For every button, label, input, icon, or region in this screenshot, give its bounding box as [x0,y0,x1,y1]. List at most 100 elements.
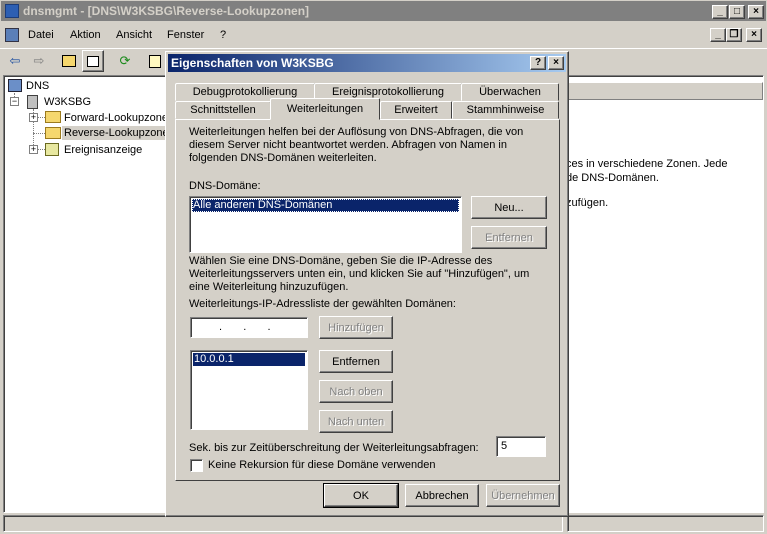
dialog-title: Eigenschaften von W3KSBG [171,56,334,70]
move-up-button-label: Nach oben [329,385,383,398]
timeout-value: 5 [501,440,508,452]
description-line: ces in verschiedene Zonen. Jede [566,158,728,170]
maximize-button[interactable]: □ [729,5,745,19]
up-folder-icon[interactable] [58,50,80,72]
tree-event-viewer[interactable]: Ereignisanzeige [64,144,142,156]
child-close-button[interactable]: × [746,28,762,42]
child-minimize-button[interactable]: _ [710,28,726,42]
move-down-button[interactable]: Nach unten [319,410,393,433]
move-up-button[interactable]: Nach oben [319,380,393,403]
tab-label: Erweitert [394,104,438,116]
remove-domain-button-label: Entfernen [485,231,533,244]
intro-text-line: folgenden DNS-Domänen weiterleiten. [189,152,377,164]
remove-domain-button[interactable]: Entfernen [471,226,547,249]
tree-server-w3ksbg[interactable]: W3KSBG [44,96,91,108]
show-tree-icon[interactable] [82,50,104,72]
add-ip-button-label: Hinzufügen [328,321,384,334]
timeout-label: Sek. bis zur Zeitüberschreitung der Weit… [189,442,479,454]
intro-text-line: diesem Server nicht beantwortet werden. … [189,139,507,151]
tab-label: Schnittstellen [190,104,256,116]
minimize-button[interactable]: _ [712,5,728,19]
description-line: zufügen. [566,197,609,209]
expand-events-icon[interactable]: + [29,145,38,154]
new-button[interactable]: Neu... [471,196,547,219]
tab-label: Ereignisprotokollierung [332,86,444,98]
status-bar [3,515,764,532]
tab-erweitert[interactable]: Erweitert [380,101,452,119]
menu-fenster[interactable]: Fenster [165,26,206,44]
ip-address-input[interactable]: . . . [190,317,308,338]
new-button-label: Neu... [494,201,524,214]
status-panel [3,515,563,532]
dns-domain-label: DNS-Domäne: [189,180,261,192]
menu-help[interactable]: ? [218,26,228,44]
column-header[interactable] [566,82,763,100]
ok-button-label: OK [353,489,369,502]
forward-arrow-icon[interactable]: ⇨ [28,50,50,72]
close-button[interactable]: × [748,5,764,19]
add-ip-button[interactable]: Hinzufügen [319,316,393,339]
list-item-label: 10.0.0.1 [194,353,234,365]
tab-ueberwachen[interactable]: Überwachen [461,83,559,101]
tab-label: Überwachen [479,86,541,98]
tab-schnittstellen[interactable]: Schnittstellen [175,101,271,119]
expand-forward-icon[interactable]: + [29,113,38,122]
collapse-server-icon[interactable]: − [10,97,19,106]
tab-label: Weiterleitungen [286,103,364,115]
dns-root-icon [8,79,22,92]
menu-datei[interactable]: Datei [26,26,56,44]
remove-ip-button[interactable]: Entfernen [319,350,393,373]
ip-address-list[interactable]: 10.0.0.1 [190,350,308,430]
menu-aktion[interactable]: Aktion [68,26,103,44]
tab-label: Stammhinweise [466,104,545,116]
apply-button-label: Übernehmen [491,489,555,502]
instruction-text-line: eine Weiterleitung hinzuzufügen. [189,281,349,293]
tab-label: Debugprotokollierung [192,86,298,98]
ip-input-dots: . . . [219,321,274,333]
tree-pane[interactable]: DNS − W3KSBG + Forward-Lookupzone Revers… [3,75,171,513]
cancel-button[interactable]: Abbrechen [405,484,479,507]
tree-forward-lookup[interactable]: Forward-Lookupzone [64,112,168,124]
properties-dialog: Eigenschaften von W3KSBG ? × Debugprotok… [165,51,569,517]
dialog-title-bar[interactable]: Eigenschaften von W3KSBG ? × [168,54,566,72]
move-down-button-label: Nach unten [327,415,385,428]
main-title-bar[interactable]: dnsmgmt - [DNS\W3KSBG\Reverse-Lookupzone… [0,0,767,22]
event-viewer-icon [45,143,59,156]
folder-icon [45,111,61,123]
apply-button[interactable]: Übernehmen [486,484,560,507]
instruction-text-line: Wählen Sie eine DNS-Domäne, geben Sie di… [189,255,493,267]
menu-ansicht[interactable]: Ansicht [114,26,154,44]
dns-domain-list[interactable]: Alle anderen DNS-Domänen [189,196,462,253]
cancel-button-label: Abbrechen [415,489,469,502]
refresh-icon[interactable]: ⟳ [114,50,136,72]
app-icon [5,4,19,18]
list-item[interactable]: Alle anderen DNS-Domänen [192,199,459,212]
folder-icon [45,127,61,139]
tab-page: Weiterleitungen helfen bei der Auflösung… [175,119,560,481]
dialog-help-button[interactable]: ? [530,56,546,70]
list-item-label: Alle anderen DNS-Domänen [193,199,333,211]
ip-list-label: Weiterleitungs-IP-Adressliste der gewähl… [189,298,456,310]
tree-root-dns[interactable]: DNS [26,80,49,92]
description-line: de DNS-Domänen. [566,172,659,184]
main-window-title: dnsmgmt - [DNS\W3KSBG\Reverse-Lookupzone… [23,4,310,18]
instruction-text-line: Weiterleitungsservers unten ein, und kli… [189,268,530,280]
timeout-input[interactable]: 5 [496,436,546,457]
dialog-close-button[interactable]: × [548,56,564,70]
list-item[interactable]: 10.0.0.1 [193,353,305,366]
tree-reverse-lookup[interactable]: Reverse-Lookupzone [62,126,171,140]
ok-button[interactable]: OK [323,483,399,508]
child-restore-button[interactable]: ❐ [726,28,742,42]
remove-ip-button-label: Entfernen [332,355,380,368]
intro-text-line: Weiterleitungen helfen bei der Auflösung… [189,126,524,138]
tab-stammhinweise[interactable]: Stammhinweise [452,101,559,119]
properties-icon[interactable] [144,50,166,72]
no-recursion-checkbox[interactable] [190,459,203,472]
status-panel [567,515,764,532]
console-icon [5,28,19,42]
server-icon [27,95,38,109]
menu-bar: Datei Aktion Ansicht Fenster ? _ ❐ × [0,26,767,46]
no-recursion-label[interactable]: Keine Rekursion für diese Domäne verwend… [208,459,435,472]
tab-weiterleitungen[interactable]: Weiterleitungen [270,98,380,120]
back-arrow-icon[interactable]: ⇦ [4,50,26,72]
